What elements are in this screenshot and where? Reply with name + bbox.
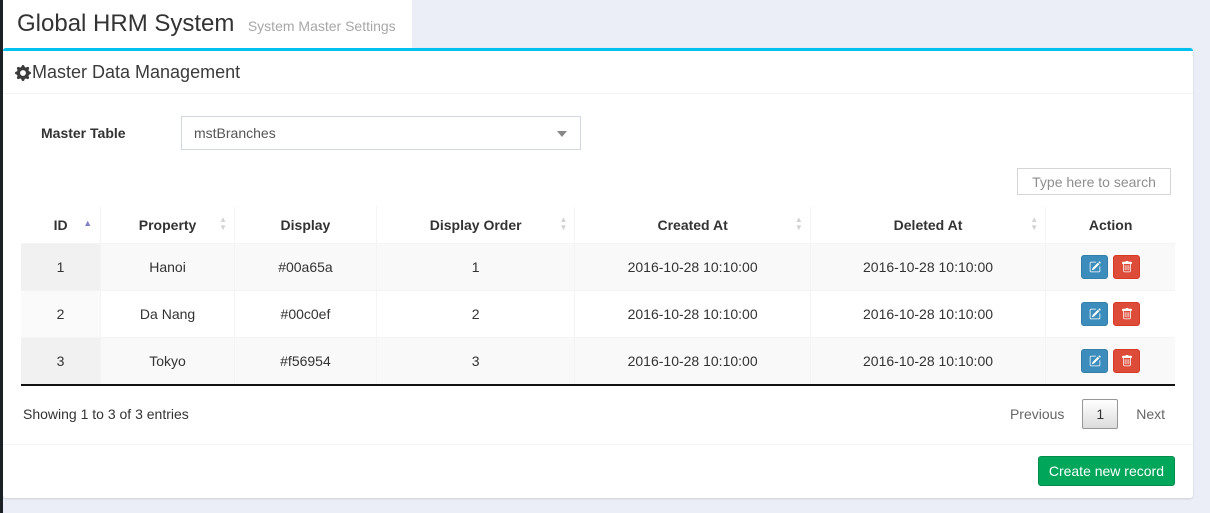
delete-button[interactable] xyxy=(1113,349,1140,373)
pagination-next[interactable]: Next xyxy=(1130,400,1171,428)
edit-icon xyxy=(1089,355,1101,367)
master-table-label: Master Table xyxy=(41,125,181,141)
master-data-panel: Master Data Management Master Table mstB… xyxy=(3,48,1193,498)
sort-icon: ▲▼ xyxy=(559,216,567,232)
cell-action xyxy=(1046,338,1175,386)
cell-display: #00c0ef xyxy=(234,291,376,338)
cell-deleted-at: 2016-10-28 10:10:00 xyxy=(810,244,1045,291)
page: Global HRM System System Master Settings… xyxy=(0,0,1210,513)
panel-footer: Create new record xyxy=(3,444,1193,498)
cell-display: #f56954 xyxy=(234,338,376,386)
panel-body: Master Table mstBranches xyxy=(3,94,1193,444)
cell-action xyxy=(1046,244,1175,291)
cell-created-at: 2016-10-28 10:10:00 xyxy=(575,338,810,386)
cell-created-at: 2016-10-28 10:10:00 xyxy=(575,291,810,338)
panel-title: Master Data Management xyxy=(32,62,240,83)
sort-icon: ▲▼ xyxy=(795,216,803,232)
column-header-action: Action xyxy=(1046,207,1175,244)
cell-property: Da Nang xyxy=(101,291,235,338)
master-table-selected-value: mstBranches xyxy=(194,125,276,141)
panel-header: Master Data Management xyxy=(3,51,1193,94)
gear-icon xyxy=(15,65,31,81)
cell-property: Tokyo xyxy=(101,338,235,386)
search-input[interactable] xyxy=(1017,168,1171,195)
search-row xyxy=(21,168,1171,195)
table-footer-row: Showing 1 to 3 of 3 entries Previous 1 N… xyxy=(21,386,1175,444)
entries-info: Showing 1 to 3 of 3 entries xyxy=(23,406,189,422)
edit-icon xyxy=(1089,261,1101,273)
cell-property: Hanoi xyxy=(101,244,235,291)
table-row: 1 Hanoi #00a65a 1 2016-10-28 10:10:00 20… xyxy=(21,244,1175,291)
column-header-display[interactable]: Display xyxy=(234,207,376,244)
pagination-page-1[interactable]: 1 xyxy=(1082,399,1118,429)
cell-id: 2 xyxy=(21,291,101,338)
trash-icon xyxy=(1121,308,1133,320)
delete-button[interactable] xyxy=(1113,255,1140,279)
create-new-record-button[interactable]: Create new record xyxy=(1038,456,1175,486)
column-header-property[interactable]: Property ▲▼ xyxy=(101,207,235,244)
edit-button[interactable] xyxy=(1081,302,1108,326)
caret-down-icon xyxy=(557,131,567,137)
delete-button[interactable] xyxy=(1113,302,1140,326)
trash-icon xyxy=(1121,355,1133,367)
pagination: Previous 1 Next xyxy=(1004,399,1171,429)
column-header-deleted-at[interactable]: Deleted At ▲▼ xyxy=(810,207,1045,244)
table-row: 2 Da Nang #00c0ef 2 2016-10-28 10:10:00 … xyxy=(21,291,1175,338)
master-data-table: ID ▲ Property ▲▼ Display Display Order xyxy=(21,207,1175,386)
cell-id: 3 xyxy=(21,338,101,386)
cell-display-order: 2 xyxy=(376,291,574,338)
edit-icon xyxy=(1089,308,1101,320)
table-header-row: ID ▲ Property ▲▼ Display Display Order xyxy=(21,207,1175,244)
column-header-created-at[interactable]: Created At ▲▼ xyxy=(575,207,810,244)
cell-created-at: 2016-10-28 10:10:00 xyxy=(575,244,810,291)
page-title: Global HRM System xyxy=(17,10,234,37)
cell-display-order: 3 xyxy=(376,338,574,386)
page-subtitle: System Master Settings xyxy=(248,18,396,34)
column-header-display-order[interactable]: Display Order ▲▼ xyxy=(376,207,574,244)
column-header-id[interactable]: ID ▲ xyxy=(21,207,101,244)
sort-icon: ▲▼ xyxy=(219,216,227,232)
master-table-form-row: Master Table mstBranches xyxy=(41,116,1175,150)
sort-icon: ▲▼ xyxy=(1030,216,1038,232)
table-row: 3 Tokyo #f56954 3 2016-10-28 10:10:00 20… xyxy=(21,338,1175,386)
cell-display: #00a65a xyxy=(234,244,376,291)
master-table-select[interactable]: mstBranches xyxy=(181,116,581,150)
sort-asc-icon: ▲ xyxy=(83,219,92,228)
content-header: Global HRM System System Master Settings xyxy=(3,0,1210,48)
edit-button[interactable] xyxy=(1081,349,1108,373)
cell-id: 1 xyxy=(21,244,101,291)
title-block: Global HRM System System Master Settings xyxy=(3,0,412,48)
cell-deleted-at: 2016-10-28 10:10:00 xyxy=(810,338,1045,386)
cell-action xyxy=(1046,291,1175,338)
cell-display-order: 1 xyxy=(376,244,574,291)
pagination-previous[interactable]: Previous xyxy=(1004,400,1070,428)
trash-icon xyxy=(1121,261,1133,273)
cell-deleted-at: 2016-10-28 10:10:00 xyxy=(810,291,1045,338)
edit-button[interactable] xyxy=(1081,255,1108,279)
